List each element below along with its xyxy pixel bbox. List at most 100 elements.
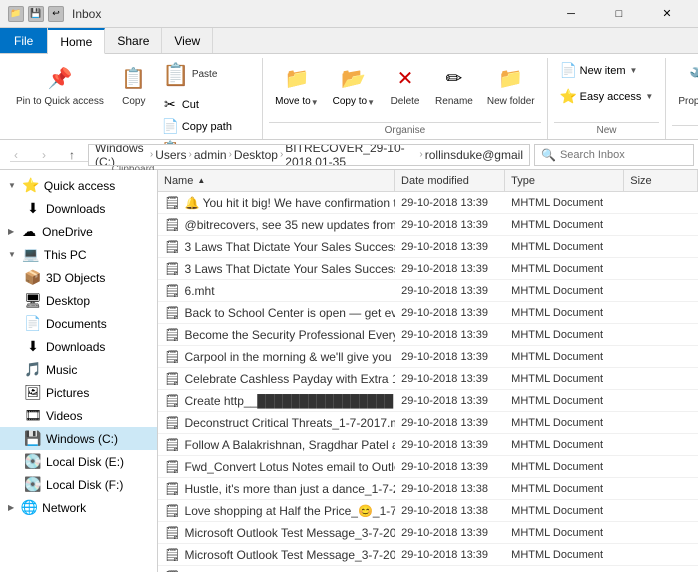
save-icon: 💾 <box>28 6 44 22</box>
col-header-type[interactable]: Type <box>505 170 624 191</box>
nav-item-3d-objects[interactable]: 📦 3D Objects <box>0 266 157 289</box>
nav-item-pictures[interactable]: 🖼 Pictures <box>0 381 157 404</box>
file-icon: 🗒 <box>164 371 181 387</box>
paste-button[interactable]: 📋 Paste <box>158 58 256 92</box>
search-box[interactable]: 🔍 <box>534 144 694 166</box>
col-header-name[interactable]: Name ▲ <box>158 170 395 191</box>
table-row[interactable]: 🗒 Love shopping at Half the Price_😊_1-7-… <box>158 500 698 522</box>
nav-item-local-disk-e[interactable]: 💽 Local Disk (E:) <box>0 450 157 473</box>
table-row[interactable]: 🗒 Re_ DRB [20-06-17]_ 1-7-2017.mht 29-10… <box>158 566 698 572</box>
file-icon: 🗒 <box>164 327 181 343</box>
properties-button[interactable]: 🔧 Properties <box>672 58 698 112</box>
copy-path-button[interactable]: 📄 Copy path <box>158 116 256 137</box>
file-cell-name: 🗒 Deconstruct Critical Threats_1-7-2017.… <box>158 415 395 431</box>
file-name: Carpool in the morning & we'll give you … <box>185 350 396 364</box>
file-cell-type: MHTML Document <box>505 483 624 495</box>
file-cell-name: 🗒 Re_ DRB [20-06-17]_ 1-7-2017.mht <box>158 569 395 572</box>
new-folder-button[interactable]: 📁 New folder <box>481 58 541 112</box>
table-row[interactable]: 🗒 3 Laws That Dictate Your Sales Success… <box>158 258 698 280</box>
table-row[interactable]: 🗒 Microsoft Outlook Test Message_3-7-201… <box>158 544 698 566</box>
nav-item-onedrive[interactable]: ▶ ☁ OneDrive <box>0 220 157 243</box>
paste-icon: 📋 <box>162 61 190 89</box>
pin-quick-access-button[interactable]: 📌 Pin to Quick access <box>10 58 110 112</box>
copy-button[interactable]: 📋 Copy <box>112 58 156 112</box>
file-icon: 🗒 <box>164 261 181 277</box>
pin-quick-access-label: Pin to Quick access <box>16 96 104 108</box>
ribbon: 📌 Pin to Quick access 📋 Copy 📋 Paste ✂ C… <box>0 54 698 140</box>
nav-item-windows-c[interactable]: 💾 Windows (C:) <box>0 427 157 450</box>
nav-label-local-disk-f: Local Disk (F:) <box>46 478 123 492</box>
col-header-size[interactable]: Size <box>624 170 698 191</box>
address-path[interactable]: Windows (C:) › Users › admin › Desktop ›… <box>88 144 530 166</box>
new-item-button[interactable]: 📄 New item ▼ <box>554 58 660 83</box>
table-row[interactable]: 🗒 Celebrate Cashless Payday with Extra 1… <box>158 368 698 390</box>
file-cell-name: 🗒 3 Laws That Dictate Your Sales Success… <box>158 239 395 255</box>
tab-share[interactable]: Share <box>105 28 162 53</box>
forward-button[interactable]: › <box>32 143 56 167</box>
table-row[interactable]: 🗒 Become the Security Professional Every… <box>158 324 698 346</box>
nav-item-this-pc[interactable]: ▼ 💻 This PC <box>0 243 157 266</box>
table-row[interactable]: 🗒 6.mht 29-10-2018 13:39 MHTML Document <box>158 280 698 302</box>
table-row[interactable]: 🗒 🔔 You hit it big! We have confirmation… <box>158 192 698 214</box>
col-header-date[interactable]: Date modified <box>395 170 505 191</box>
file-name: 6.mht <box>185 284 215 298</box>
nav-item-desktop[interactable]: 🖥 Desktop <box>0 289 157 312</box>
delete-button[interactable]: ✕ Delete <box>383 58 427 112</box>
file-cell-date: 29-10-2018 13:39 <box>395 241 505 253</box>
table-row[interactable]: 🗒 Carpool in the morning & we'll give yo… <box>158 346 698 368</box>
pin-icon: 📌 <box>44 62 76 94</box>
nav-item-downloads-quick[interactable]: ⬇ Downloads <box>0 197 157 220</box>
up-button[interactable]: ↑ <box>60 143 84 167</box>
table-row[interactable]: 🗒 Microsoft Outlook Test Message_3-7-201… <box>158 522 698 544</box>
tab-view[interactable]: View <box>162 28 213 53</box>
table-row[interactable]: 🗒 Back to School Center is open — get ev… <box>158 302 698 324</box>
nav-item-music[interactable]: 🎵 Music <box>0 358 157 381</box>
file-icon: 🗒 <box>164 569 181 572</box>
back-button[interactable]: ‹ <box>4 143 28 167</box>
nav-item-videos[interactable]: 🎞 Videos <box>0 404 157 427</box>
close-button[interactable]: ✕ <box>644 0 690 28</box>
delete-icon: ✕ <box>389 62 421 94</box>
easy-access-button[interactable]: ⭐ Easy access ▼ <box>554 84 660 109</box>
rename-button[interactable]: ✏ Rename <box>429 58 479 112</box>
table-row[interactable]: 🗒 Hustle, it's more than just a dance_1-… <box>158 478 698 500</box>
file-cell-type: MHTML Document <box>505 197 624 209</box>
nav-item-local-disk-f[interactable]: 💽 Local Disk (F:) <box>0 473 157 496</box>
file-cell-type: MHTML Document <box>505 241 624 253</box>
file-name: Celebrate Cashless Payday with Extra 10.… <box>185 372 396 386</box>
path-sep-1: › <box>150 149 153 160</box>
move-to-button[interactable]: 📁 Move to ▼ <box>269 58 325 111</box>
file-cell-name: 🗒 Fwd_Convert Lotus Notes email to Outlo… <box>158 459 395 475</box>
table-row[interactable]: 🗒 3 Laws That Dictate Your Sales Success… <box>158 236 698 258</box>
search-input[interactable] <box>560 149 687 161</box>
nav-item-quick-access[interactable]: ▼ ⭐ Quick access <box>0 174 157 197</box>
properties-icon: 🔧 <box>685 62 698 94</box>
table-row[interactable]: 🗒 Fwd_Convert Lotus Notes email to Outlo… <box>158 456 698 478</box>
col-type-label: Type <box>511 175 535 187</box>
maximize-button[interactable]: □ <box>596 0 642 28</box>
nav-item-network[interactable]: ▶ 🌐 Network <box>0 496 157 519</box>
open-content: 🔧 Properties 📂 Op... ✏ Edi... 🕐 His... <box>672 58 698 123</box>
copy-to-label: Copy to <box>333 96 367 107</box>
rename-icon: ✏ <box>438 62 470 94</box>
organise-label: Organise <box>269 122 541 139</box>
file-cell-name: 🗒 @bitrecovers, see 35 new updates from … <box>158 217 395 233</box>
local-disk-e-icon: 💽 <box>24 453 42 470</box>
file-name: Deconstruct Critical Threats_1-7-2017.mh… <box>185 416 396 430</box>
nav-item-downloads[interactable]: ⬇ Downloads <box>0 335 157 358</box>
tab-home[interactable]: Home <box>48 28 105 54</box>
cut-button[interactable]: ✂ Cut <box>158 94 256 115</box>
file-cell-date: 29-10-2018 13:39 <box>395 395 505 407</box>
nav-label-network: Network <box>42 501 86 515</box>
tab-file[interactable]: File <box>0 28 48 53</box>
table-row[interactable]: 🗒 Deconstruct Critical Threats_1-7-2017.… <box>158 412 698 434</box>
search-icon: 🔍 <box>541 148 556 162</box>
nav-item-documents[interactable]: 📄 Documents <box>0 312 157 335</box>
music-icon: 🎵 <box>24 361 42 378</box>
minimize-button[interactable]: ─ <box>548 0 594 28</box>
copy-to-button[interactable]: 📂 Copy to ▼ <box>327 58 381 111</box>
pictures-icon: 🖼 <box>24 384 42 401</box>
table-row[interactable]: 🗒 @bitrecovers, see 35 new updates from … <box>158 214 698 236</box>
table-row[interactable]: 🗒 Follow A Balakrishnan, Sragdhar Patel … <box>158 434 698 456</box>
table-row[interactable]: 🗒 Create http__████████████████ 29-10-20… <box>158 390 698 412</box>
